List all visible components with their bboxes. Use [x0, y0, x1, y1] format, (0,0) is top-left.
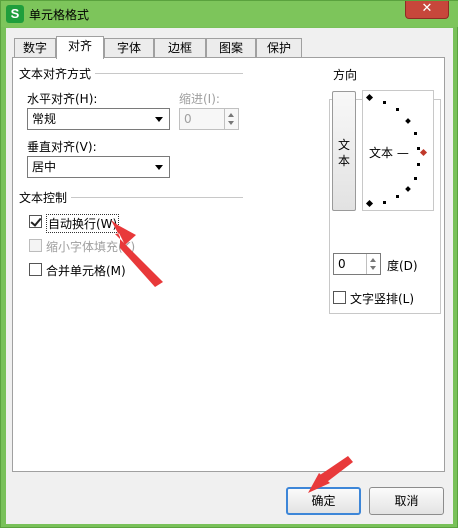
degree-label: 度(D)	[387, 259, 418, 273]
vertical-align-select[interactable]: 居中	[27, 156, 170, 178]
merge-cells-checkbox[interactable]	[29, 263, 42, 276]
orientation-dial-text: 文本 —	[369, 146, 409, 160]
tab-pattern[interactable]: 图案	[206, 38, 256, 58]
dialog-window: S 单元格格式 ✕ 数字 对齐 字体 边框 图案 保护 文本对齐方式 水平对齐(…	[0, 0, 458, 528]
dialog-body: 数字 对齐 字体 边框 图案 保护 文本对齐方式 水平对齐(H): 常规 缩进(…	[6, 28, 453, 524]
vertical-align-value: 居中	[32, 160, 57, 174]
chevron-down-icon	[155, 165, 163, 170]
wrap-text-label[interactable]: 自动换行(W)	[46, 214, 120, 233]
horizontal-align-select[interactable]: 常规	[27, 108, 170, 130]
stacked-text-checkbox[interactable]	[333, 291, 346, 304]
ok-button[interactable]: 确定	[286, 487, 361, 515]
alignment-panel: 文本对齐方式 水平对齐(H): 常规 缩进(I): 0 垂直对齐(V): 居中 …	[12, 57, 445, 472]
degree-stepper[interactable]: 0	[333, 253, 381, 275]
tab-protection[interactable]: 保护	[256, 38, 302, 58]
indent-value: 0	[184, 112, 192, 126]
tab-border[interactable]: 边框	[154, 38, 206, 58]
chevron-down-icon	[155, 117, 163, 122]
dialog-title: 单元格格式	[29, 8, 90, 22]
text-control-group-title: 文本控制	[19, 189, 72, 206]
stacked-text-label[interactable]: 文字竖排(L)	[350, 290, 414, 307]
degree-spin-buttons[interactable]	[366, 254, 380, 274]
vertical-text-button[interactable]: 文 本	[332, 91, 356, 211]
close-button[interactable]: ✕	[405, 1, 449, 19]
wps-app-icon: S	[6, 5, 24, 23]
degree-value: 0	[338, 257, 346, 271]
tab-font[interactable]: 字体	[104, 38, 154, 58]
indent-label: 缩进(I):	[179, 92, 220, 106]
orientation-group-title: 方向	[333, 66, 362, 83]
arrow-up-icon	[228, 113, 234, 117]
horizontal-align-value: 常规	[32, 112, 57, 126]
cancel-button[interactable]: 取消	[369, 487, 444, 515]
arrow-up-icon	[370, 258, 376, 262]
shrink-to-fit-label: 缩小字体填充(K)	[46, 240, 136, 254]
arrow-down-icon	[228, 121, 234, 125]
tab-alignment[interactable]: 对齐	[56, 36, 104, 59]
alignment-group-title: 文本对齐方式	[19, 65, 96, 82]
horizontal-align-label: 水平对齐(H):	[27, 92, 98, 106]
shrink-to-fit-checkbox[interactable]	[29, 239, 42, 252]
vertical-align-label: 垂直对齐(V):	[27, 140, 97, 154]
wrap-text-checkbox[interactable]	[29, 215, 42, 228]
tab-number[interactable]: 数字	[14, 38, 56, 58]
orientation-dial[interactable]: 文本 —	[362, 90, 434, 211]
arrow-down-icon	[370, 266, 376, 270]
title-bar[interactable]: S 单元格格式 ✕	[1, 1, 458, 27]
vertical-text-char-2: 本	[338, 154, 351, 168]
vertical-text-char-1: 文	[338, 138, 351, 152]
indent-stepper[interactable]: 0	[179, 108, 239, 130]
indent-spin-buttons[interactable]	[224, 109, 238, 129]
merge-cells-label[interactable]: 合并单元格(M)	[46, 262, 126, 279]
